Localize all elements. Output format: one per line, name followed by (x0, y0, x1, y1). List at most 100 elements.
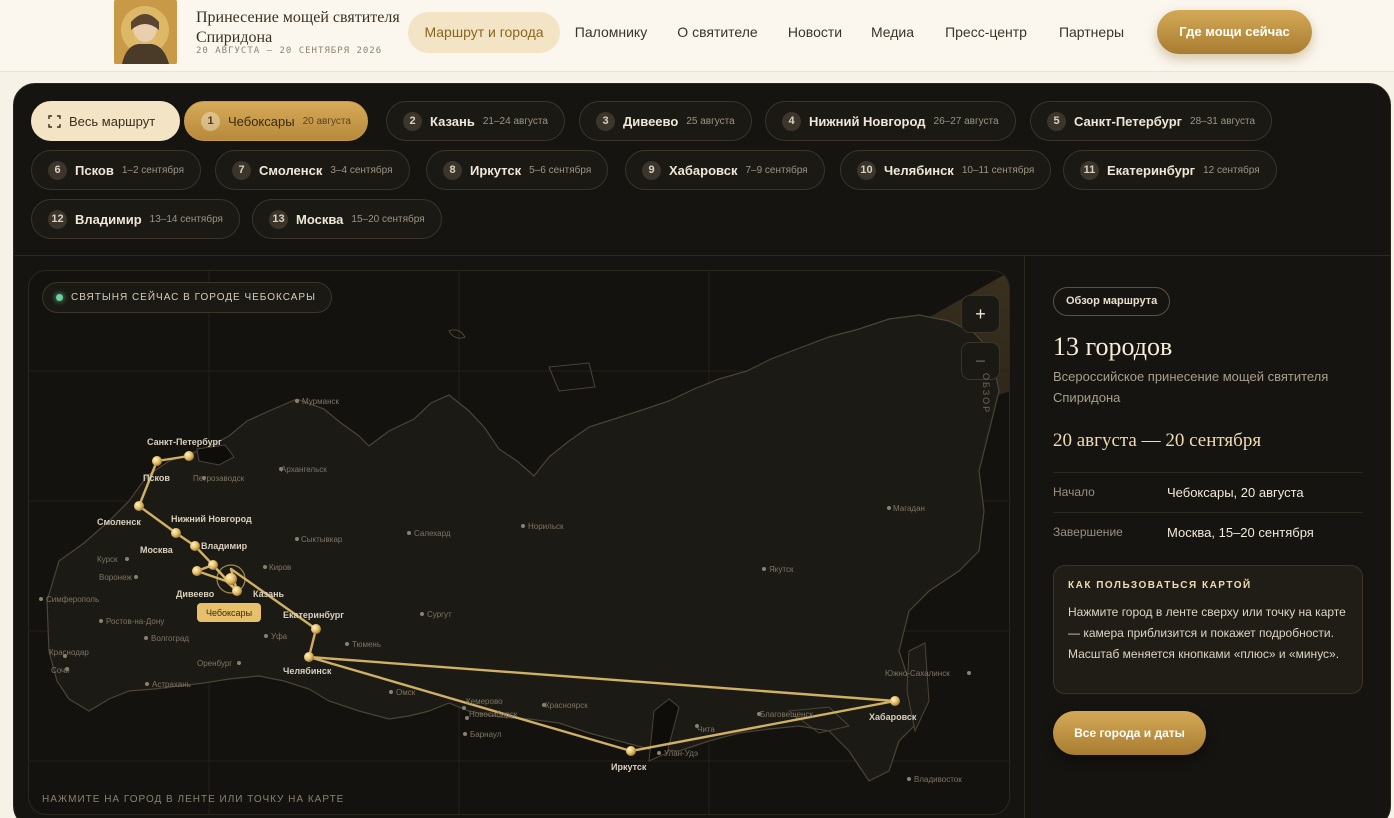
svg-text:Якутск: Якутск (769, 565, 794, 574)
chip-number: 13 (269, 209, 288, 229)
current-city-status: Святыня сейчас в городе Чебоксары (42, 282, 332, 313)
logo-title[interactable]: Принесение мощей святителя Спиридона (196, 8, 406, 48)
map-overview-label: ОБЗОР (981, 373, 991, 415)
chip-city-date: 28–31 августа (1190, 115, 1256, 127)
chip-city-name: Казань (430, 113, 475, 129)
cities-count-title: 13 городов (1053, 332, 1173, 361)
current-city-status-text: Святыня сейчас в городе Чебоксары (71, 292, 316, 303)
svg-text:Сыктывкар: Сыктывкар (301, 535, 343, 544)
chip-city-2[interactable]: 2 Казань 21–24 августа (386, 101, 565, 141)
route-map[interactable]: Санкт-Петербург Псков Смоленск Нижний Но… (28, 270, 1010, 815)
svg-text:Псков: Псков (143, 473, 170, 483)
chip-city-name: Смоленск (259, 162, 323, 178)
chip-city-name: Хабаровск (669, 162, 738, 178)
svg-text:Чита: Чита (697, 725, 715, 734)
chip-city-date: 20 августа (302, 115, 351, 127)
chip-city-date: 7–9 сентября (745, 164, 808, 176)
site-header: Принесение мощей святителя Спиридона 20 … (0, 0, 1394, 72)
svg-text:Магадан: Магадан (893, 504, 925, 513)
svg-text:Салехард: Салехард (414, 529, 451, 538)
svg-text:Новосибирск: Новосибирск (469, 710, 518, 719)
map-hint: Нажмите на город в ленте или точку на ка… (42, 794, 345, 805)
chip-city-7[interactable]: 7 Смоленск 3–4 сентября (215, 150, 410, 190)
nav-about-saint[interactable]: О святителе (674, 12, 761, 53)
svg-text:Астрахань: Астрахань (152, 680, 191, 689)
chip-city-6[interactable]: 6 Псков 1–2 сентября (31, 150, 201, 190)
route-panel: Весь маршрут 1 Чебоксары 20 августа 2 Ка… (13, 83, 1391, 818)
chip-city-date: 5–6 сентября (529, 164, 592, 176)
svg-text:Красноярск: Красноярск (545, 701, 588, 710)
chip-city-name: Нижний Новгород (809, 113, 926, 129)
saint-icon-logo[interactable] (114, 0, 177, 64)
chip-all-route[interactable]: Весь маршрут (31, 101, 181, 141)
svg-text:Уфа: Уфа (271, 632, 288, 641)
chip-city-date: 21–24 августа (482, 115, 548, 127)
chip-city-name: Москва (296, 211, 344, 227)
svg-text:Сургут: Сургут (427, 610, 452, 619)
nav-route-and-cities[interactable]: Маршрут и города (408, 12, 560, 53)
chip-city-date: 25 августа (686, 115, 735, 127)
svg-text:Киров: Киров (269, 563, 291, 572)
chip-city-name: Дивеево (623, 113, 679, 129)
chip-city-3[interactable]: 3 Дивеево 25 августа (579, 101, 752, 141)
svg-text:Барнаул: Барнаул (470, 730, 502, 739)
nav-news[interactable]: Новости (785, 12, 845, 53)
svg-text:Нижний Новгород: Нижний Новгород (171, 514, 252, 524)
route-start-row: Начало Чебоксары, 20 августа (1053, 472, 1363, 512)
svg-text:Петрозаводск: Петрозаводск (193, 474, 245, 483)
chip-city-12[interactable]: 12 Владимир 13–14 сентября (31, 199, 240, 239)
chip-number: 8 (443, 160, 462, 180)
svg-text:Екатеринбург: Екатеринбург (283, 610, 344, 620)
chip-city-date: 10–11 сентября (961, 164, 1035, 176)
chip-city-name: Иркутск (470, 162, 522, 178)
russia-outline (46, 314, 1000, 782)
chip-city-11[interactable]: 11 Екатеринбург 12 сентября (1063, 150, 1277, 190)
chip-city-name: Екатеринбург (1107, 162, 1196, 178)
map-canvas: Санкт-Петербург Псков Смоленск Нижний Но… (29, 271, 1009, 814)
chip-label: Весь маршрут (69, 113, 156, 129)
route-dates: 20 августа — 20 сентября (1053, 430, 1262, 451)
map-howto-title: Как пользоваться картой (1068, 580, 1252, 591)
all-cities-button[interactable]: Все города и даты (1053, 711, 1206, 755)
chip-city-9[interactable]: 9 Хабаровск 7–9 сентября (625, 150, 825, 190)
route-overview-sidebar: Обзор маршрута 13 городов Всероссийское … (1024, 256, 1390, 818)
svg-text:Симферополь: Симферополь (46, 595, 99, 604)
zoom-in-button[interactable]: + (961, 295, 1000, 333)
svg-text:Южно-Сахалинск: Южно-Сахалинск (885, 669, 950, 678)
svg-text:Владивосток: Владивосток (914, 775, 962, 784)
chip-city-date: 12 сентября (1203, 164, 1260, 176)
chip-city-name: Владимир (75, 211, 142, 227)
chip-city-1[interactable]: 1 Чебоксары 20 августа (184, 101, 368, 141)
chip-city-10[interactable]: 10 Челябинск 10–11 сентября (840, 150, 1052, 190)
svg-text:Благовещенск: Благовещенск (760, 710, 813, 719)
svg-text:Казань: Казань (253, 589, 285, 599)
svg-text:Оренбург: Оренбург (197, 659, 232, 668)
route-start-label: Начало (1053, 485, 1095, 499)
chip-city-8[interactable]: 8 Иркутск 5–6 сентября (426, 150, 609, 190)
chip-city-name: Челябинск (884, 162, 954, 178)
route-end-label: Завершение (1053, 525, 1123, 539)
svg-text:Волгоград: Волгоград (151, 634, 189, 643)
svg-text:Санкт-Петербург: Санкт-Петербург (147, 437, 222, 447)
chip-number: 6 (48, 160, 67, 180)
chip-city-date: 26–27 августа (933, 115, 999, 127)
chip-city-name: Чебоксары (228, 113, 295, 129)
nav-partners[interactable]: Партнеры (1056, 12, 1127, 53)
svg-text:Кемерово: Кемерово (466, 697, 503, 706)
svg-text:Воронеж: Воронеж (99, 573, 132, 582)
nav-media[interactable]: Медиа (869, 12, 916, 53)
chip-number: 11 (1080, 160, 1099, 180)
svg-text:Челябинск: Челябинск (283, 666, 332, 676)
svg-text:Омск: Омск (396, 688, 416, 697)
chip-city-5[interactable]: 5 Санкт-Петербург 28–31 августа (1030, 101, 1273, 141)
chip-number: 12 (48, 209, 67, 229)
chip-city-4[interactable]: 4 Нижний Новгород 26–27 августа (765, 101, 1016, 141)
city-chip-strip: Весь маршрут 1 Чебоксары 20 августа 2 Ка… (14, 84, 1390, 256)
nav-press-center[interactable]: Пресс-центр (940, 12, 1032, 53)
chip-city-13[interactable]: 13 Москва 15–20 сентября (252, 199, 442, 239)
svg-text:Краснодар: Краснодар (49, 648, 89, 657)
route-overview-badge: Обзор маршрута (1053, 287, 1171, 316)
chip-number: 5 (1047, 111, 1066, 131)
nav-pilgrim[interactable]: Паломнику (572, 12, 650, 53)
where-relics-now-button[interactable]: Где мощи сейчас (1157, 10, 1312, 54)
